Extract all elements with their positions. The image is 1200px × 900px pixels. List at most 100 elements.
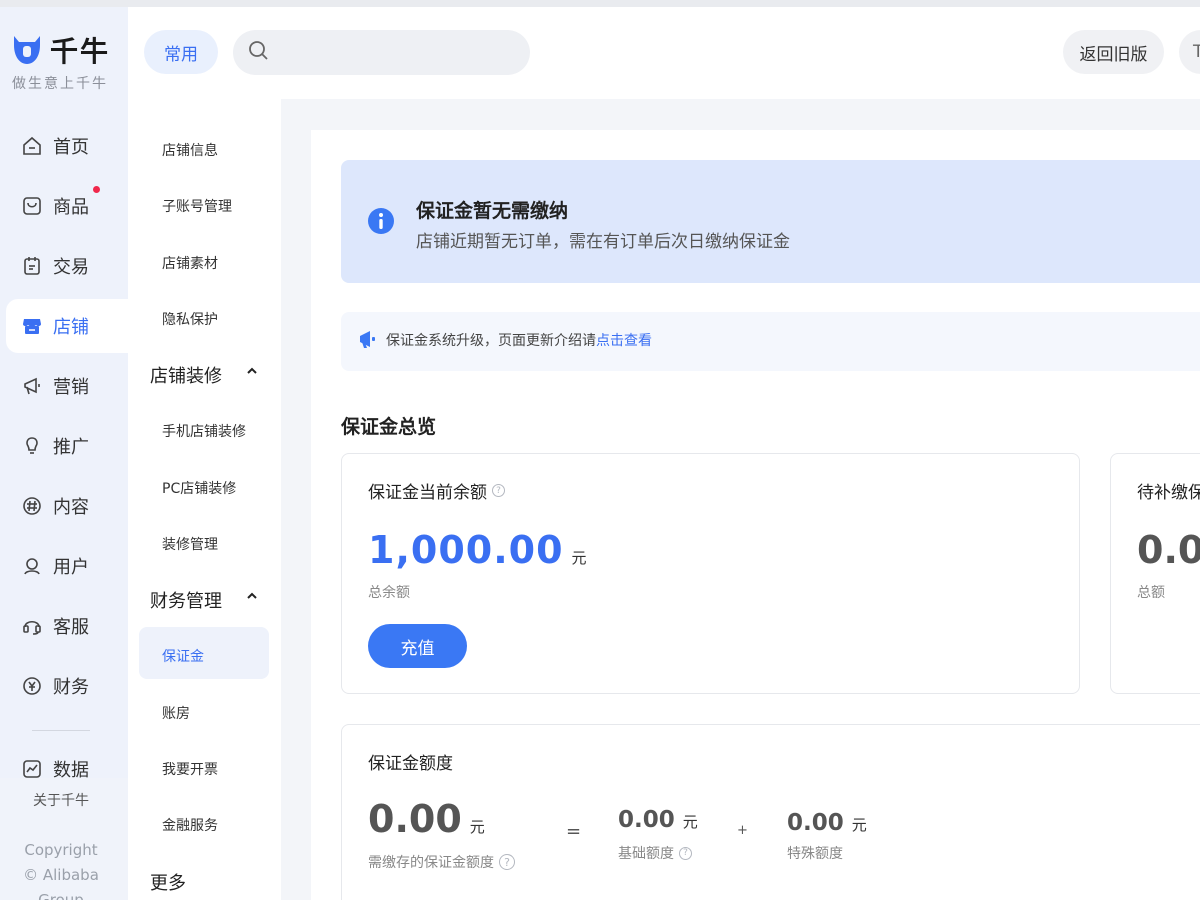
common-button[interactable]: 常用 xyxy=(144,30,218,74)
nav-item-home[interactable]: 首页 xyxy=(6,119,128,173)
subnav-item-store-assets[interactable]: 店铺素材 xyxy=(162,253,218,273)
subnav-item-deposit-active-bg[interactable] xyxy=(139,627,269,679)
subnav-item-privacy[interactable]: 隐私保护 xyxy=(162,309,218,329)
ox-logo-icon xyxy=(14,36,40,64)
plus-sign: + xyxy=(737,823,748,838)
nav-item-label: 推广 xyxy=(53,437,89,458)
nav-item-content[interactable]: 内容 xyxy=(6,479,128,533)
rail-divider xyxy=(32,730,90,731)
store-icon xyxy=(21,315,43,337)
nav-item-label: 营销 xyxy=(53,377,89,398)
balance-card-title: 保证金当前余额? xyxy=(368,478,505,503)
quota-amount-value: 0.00 xyxy=(368,797,462,841)
balance-label: 总余额 xyxy=(368,585,410,601)
notice-bar: 保证金系统升级，页面更新介绍请点击查看 xyxy=(341,312,1200,371)
view-details-link[interactable]: 点击查看 xyxy=(596,333,652,349)
nav-item-marketing[interactable]: 营销 xyxy=(6,359,128,413)
user-icon xyxy=(21,555,43,577)
notification-dot xyxy=(93,186,100,193)
nav-item-label: 财务 xyxy=(53,677,89,698)
subnav-item-accounts[interactable]: 账房 xyxy=(162,703,190,723)
content-icon xyxy=(21,495,43,517)
notice-message: 保证金系统升级，页面更新介绍请 xyxy=(386,333,596,349)
base-quota-label-text: 基础额度 xyxy=(618,846,674,862)
nav-item-goods[interactable]: 商品 xyxy=(6,179,128,233)
recharge-button[interactable]: 充值 xyxy=(368,624,467,668)
subnav-item-invoice[interactable]: 我要开票 xyxy=(162,759,218,779)
help-icon[interactable]: ? xyxy=(679,846,692,860)
search-input[interactable] xyxy=(233,30,530,75)
section-title: 保证金总览 xyxy=(341,416,437,438)
brand-logo[interactable]: 千牛 xyxy=(10,30,110,70)
chevron-up-icon xyxy=(247,592,257,599)
subnav-group-label: 财务管理 xyxy=(150,591,222,612)
subnav-group-label: 更多 xyxy=(150,873,186,894)
currency-unit: 元 xyxy=(469,818,485,836)
subnav-item-mobile-decoration[interactable]: 手机店铺装修 xyxy=(162,421,246,441)
quota-label-text: 需缴存的保证金额度 xyxy=(368,855,494,871)
return-old-version-button[interactable]: 返回旧版 xyxy=(1063,30,1164,74)
balance-card: 保证金当前余额? 1,000.00 元 总余额 充值 xyxy=(341,453,1080,694)
marketing-icon xyxy=(21,375,43,397)
megaphone-icon xyxy=(360,331,375,348)
help-icon[interactable]: ? xyxy=(499,854,515,870)
balance-amount: 1,000.00 元 xyxy=(368,528,588,572)
subnav-item-deposit[interactable]: 保证金 xyxy=(162,646,204,666)
nav-item-label: 内容 xyxy=(53,497,89,518)
currency-unit: 元 xyxy=(682,813,698,831)
subnav-group-label: 店铺装修 xyxy=(150,366,222,387)
subnav-item-decoration-manage[interactable]: 装修管理 xyxy=(162,534,218,554)
quota-card-title: 保证金额度 xyxy=(368,754,453,774)
nav-item-label: 交易 xyxy=(53,257,89,278)
currency-unit: 元 xyxy=(851,816,867,834)
copyright: Copyright © Alibaba Group xyxy=(0,838,122,900)
nav-item-promotion[interactable]: 推广 xyxy=(6,419,128,473)
card-title-text: 保证金当前余额 xyxy=(368,483,487,503)
copyright-line: Copyright xyxy=(24,841,98,859)
goods-icon xyxy=(21,195,43,217)
nav-item-user[interactable]: 用户 xyxy=(6,539,128,593)
quota-card: 保证金额度 0.00 元 需缴存的保证金额度? = 0.00 元 基础额度? + 0… xyxy=(341,724,1200,900)
data-icon xyxy=(21,758,43,780)
special-quota-label: 特殊额度 xyxy=(787,846,843,862)
base-quota-label: 基础额度? xyxy=(618,843,692,863)
subnav-item-subaccount[interactable]: 子账号管理 xyxy=(162,196,232,216)
subnav-group-finance[interactable]: 财务管理 xyxy=(150,587,257,613)
pending-amount: 0.00 xyxy=(1137,528,1200,572)
nav-item-store[interactable]: 店铺 xyxy=(6,299,128,353)
promotion-icon xyxy=(21,435,43,457)
nav-item-label: 首页 xyxy=(53,137,89,158)
brand-slogan: 做生意上千牛 xyxy=(12,76,108,92)
special-quota-amount: 0.00 元 xyxy=(787,810,867,836)
top-strip xyxy=(0,0,1200,7)
service-icon xyxy=(21,615,43,637)
subnav-item-financial-services[interactable]: 金融服务 xyxy=(162,815,218,835)
nav-item-service[interactable]: 客服 xyxy=(6,599,128,653)
banner-title: 保证金暂无需缴纳 xyxy=(416,200,569,222)
subnav-group-more[interactable]: 更多 xyxy=(150,869,186,895)
subnav-item-store-info[interactable]: 店铺信息 xyxy=(162,140,218,160)
help-icon[interactable]: ? xyxy=(492,484,505,497)
subnav-group-decoration[interactable]: 店铺装修 xyxy=(150,362,257,388)
pending-card-title: 待补缴保 xyxy=(1137,483,1200,503)
pending-label: 总额 xyxy=(1137,585,1165,601)
nav-item-trade[interactable]: 交易 xyxy=(6,239,128,293)
top-header: 常用 返回旧版 T xyxy=(128,7,1200,99)
nav-item-label: 商品 xyxy=(53,197,89,218)
subnav-item-pc-decoration[interactable]: PC店铺装修 xyxy=(162,478,236,498)
nav-item-label: 用户 xyxy=(53,557,89,578)
header-button-truncated[interactable]: T xyxy=(1179,30,1200,74)
nav-item-finance[interactable]: 财务 xyxy=(6,659,128,713)
chevron-up-icon xyxy=(247,367,257,374)
currency-unit: 元 xyxy=(571,549,588,567)
copyright-line: © Alibaba Group xyxy=(23,866,99,900)
home-icon xyxy=(21,135,43,157)
pending-card: 待补缴保 0.00 总额 xyxy=(1110,453,1200,694)
about-link[interactable]: 关于千牛 xyxy=(0,790,122,810)
special-quota-value: 0.00 xyxy=(787,810,844,836)
trade-icon xyxy=(21,255,43,277)
finance-icon xyxy=(21,675,43,697)
base-quota-value: 0.00 xyxy=(618,807,675,833)
notice-text: 保证金系统升级，页面更新介绍请点击查看 xyxy=(386,330,652,350)
sub-nav: 店铺信息 子账号管理 店铺素材 隐私保护 店铺装修 手机店铺装修 PC店铺装修 … xyxy=(128,99,281,900)
